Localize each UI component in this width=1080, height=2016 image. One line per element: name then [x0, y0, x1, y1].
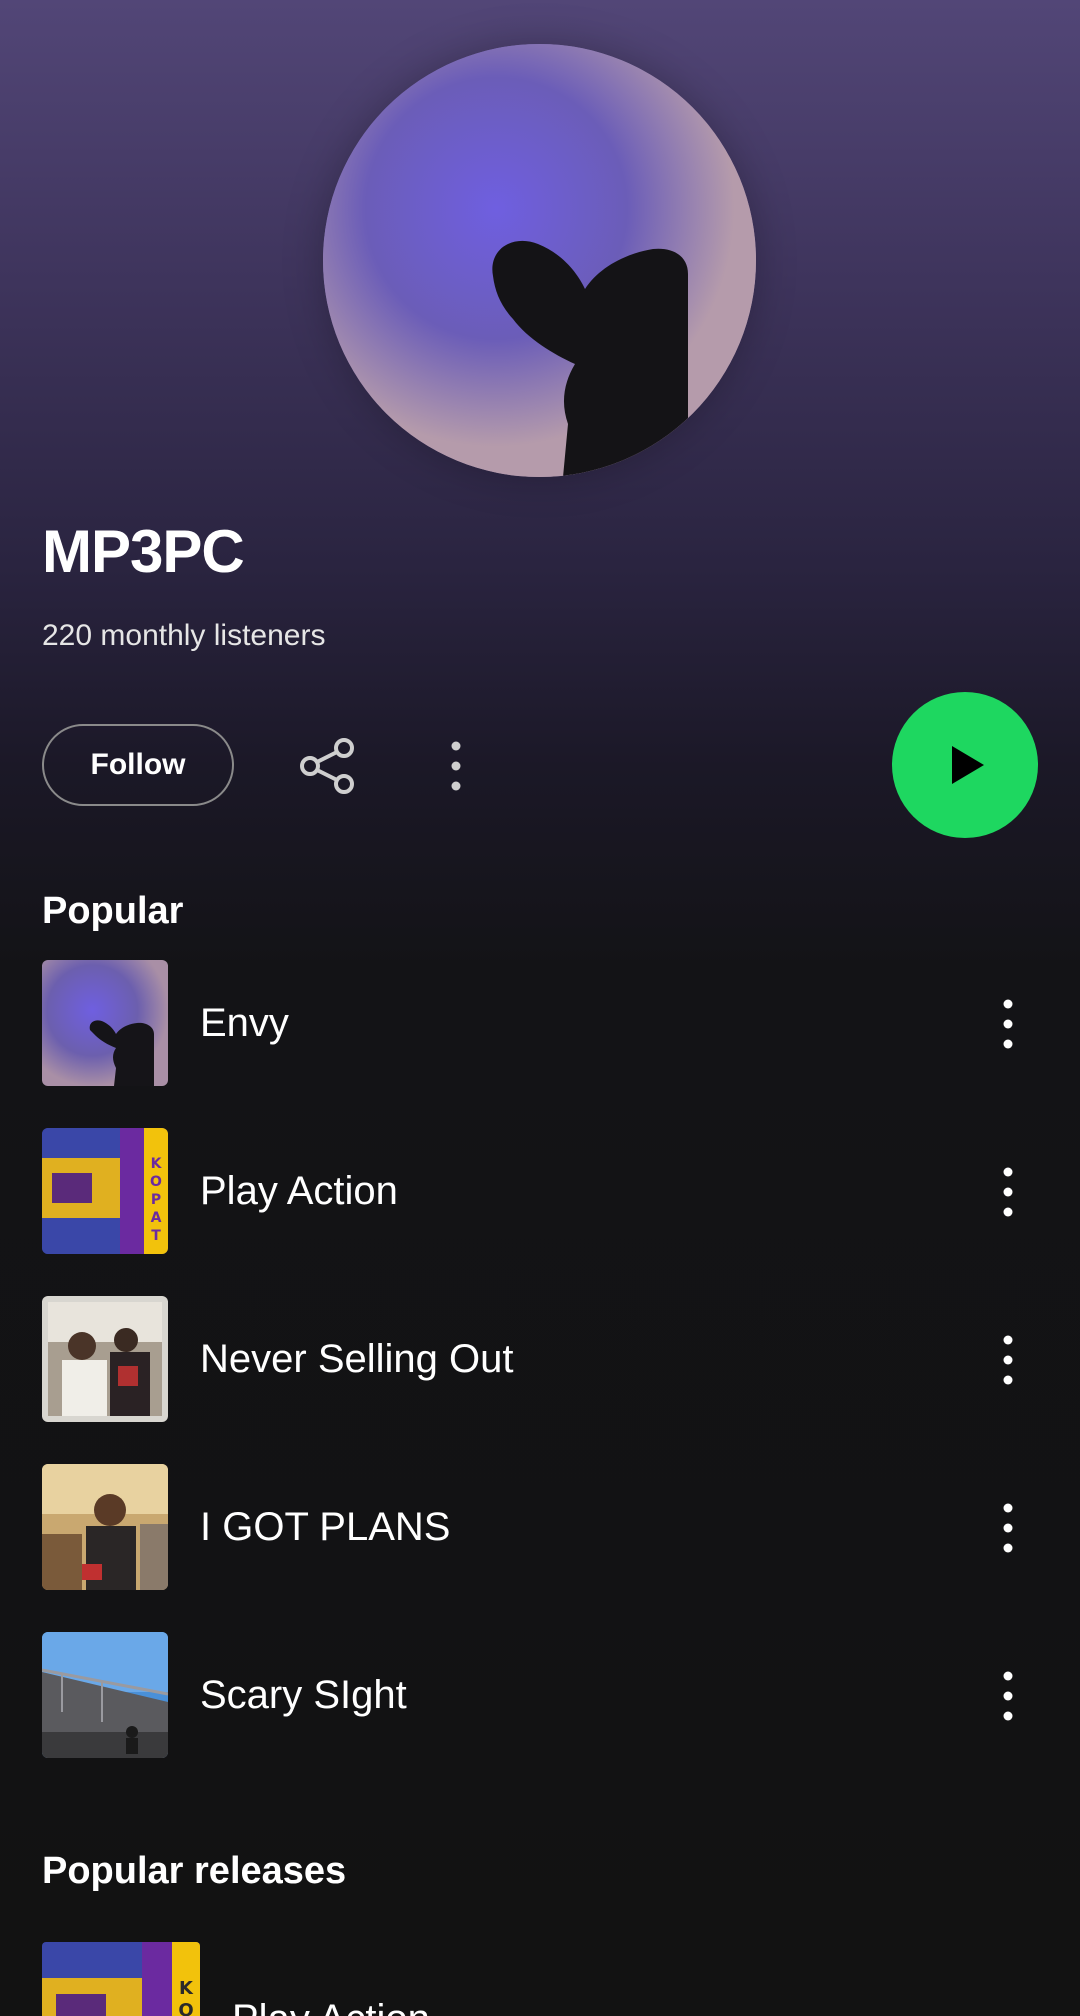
more-vertical-icon — [1003, 999, 1013, 1049]
popular-section-title: Popular — [42, 890, 184, 932]
track-row[interactable]: Never Selling Out — [0, 1296, 1080, 1424]
more-vertical-icon — [1003, 1167, 1013, 1217]
track-artwork — [42, 1464, 168, 1590]
play-button[interactable] — [892, 692, 1038, 838]
svg-text:O: O — [150, 1174, 162, 1190]
track-row[interactable]: I GOT PLANS — [0, 1464, 1080, 1592]
play-icon — [952, 746, 984, 784]
monthly-listeners: 220 monthly listeners — [42, 619, 326, 652]
svg-text:K: K — [151, 1156, 163, 1172]
release-artwork: KOPAT — [42, 1942, 200, 2016]
artist-hero-image — [323, 44, 756, 477]
svg-text:P: P — [151, 1192, 161, 1208]
more-vertical-icon — [451, 741, 461, 791]
release-title: Play Action — [232, 1994, 430, 2016]
track-more-options-button[interactable] — [990, 1498, 1026, 1558]
track-more-options-button[interactable] — [990, 1330, 1026, 1390]
track-title: I GOT PLANS — [200, 1505, 451, 1549]
release-cover-letter: KOPAT — [178, 1978, 194, 2016]
share-button[interactable] — [296, 736, 360, 796]
artist-more-options-button[interactable] — [436, 736, 476, 796]
share-icon — [300, 738, 354, 794]
track-row[interactable]: Scary SIght — [0, 1632, 1080, 1760]
track-artwork — [42, 960, 168, 1086]
artist-silhouette-image — [323, 44, 756, 477]
more-vertical-icon — [1003, 1335, 1013, 1385]
track-row[interactable]: Envy — [0, 960, 1080, 1088]
release-row[interactable]: KOPAT Play Action — [0, 1942, 1080, 2016]
track-row[interactable]: K O P A T Play Action — [0, 1128, 1080, 1256]
popular-releases-section-title: Popular releases — [42, 1850, 347, 1892]
artist-page: MP3PC 220 monthly listeners Follow Popul… — [0, 0, 1080, 2016]
more-vertical-icon — [1003, 1671, 1013, 1721]
track-artwork: K O P A T — [42, 1128, 168, 1254]
track-title: Scary SIght — [200, 1673, 407, 1717]
follow-button[interactable]: Follow — [42, 724, 234, 806]
track-title: Never Selling Out — [200, 1337, 514, 1381]
track-artwork — [42, 1296, 168, 1422]
svg-text:A: A — [151, 1210, 162, 1226]
artist-name: MP3PC — [42, 518, 245, 585]
track-more-options-button[interactable] — [990, 994, 1026, 1054]
track-title: Play Action — [200, 1169, 398, 1213]
svg-text:T: T — [151, 1228, 161, 1244]
more-vertical-icon — [1003, 1503, 1013, 1553]
track-more-options-button[interactable] — [990, 1666, 1026, 1726]
track-more-options-button[interactable] — [990, 1162, 1026, 1222]
track-title: Envy — [200, 1001, 289, 1045]
track-artwork — [42, 1632, 168, 1758]
